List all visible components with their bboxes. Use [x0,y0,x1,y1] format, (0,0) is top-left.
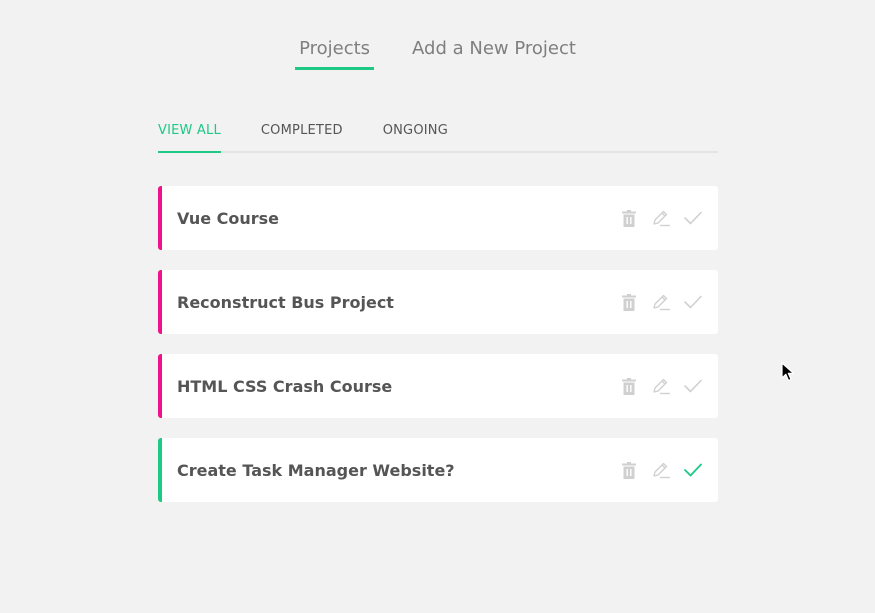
project-list: Vue Course Reconstruct Bus Project HTML … [158,186,718,522]
project-title: Vue Course [177,208,280,228]
mouse-cursor-icon [781,362,795,382]
filter-view-all[interactable]: VIEW ALL [158,123,221,153]
pencil-icon[interactable] [650,459,672,481]
project-actions [618,291,704,313]
filter-completed[interactable]: COMPLETED [261,123,343,151]
project-card[interactable]: Vue Course [158,186,718,250]
top-navigation: Projects Add a New Project [0,38,875,70]
project-actions [618,375,704,397]
project-title: HTML CSS Crash Course [177,376,393,396]
project-title: Create Task Manager Website? [177,460,455,480]
project-card[interactable]: Create Task Manager Website? [158,438,718,502]
project-actions [618,207,704,229]
trash-icon[interactable] [618,291,640,313]
pencil-icon[interactable] [650,207,672,229]
filter-ongoing[interactable]: ONGOING [383,123,448,151]
project-card[interactable]: HTML CSS Crash Course [158,354,718,418]
check-icon[interactable] [682,207,704,229]
project-card[interactable]: Reconstruct Bus Project [158,270,718,334]
check-icon[interactable] [682,375,704,397]
trash-icon[interactable] [618,207,640,229]
pencil-icon[interactable] [650,375,672,397]
nav-projects-link[interactable]: Projects [295,38,375,70]
nav-add-project-link[interactable]: Add a New Project [408,38,580,70]
pencil-icon[interactable] [650,291,672,313]
project-title: Reconstruct Bus Project [177,292,394,312]
check-icon[interactable] [682,291,704,313]
project-actions [618,459,704,481]
trash-icon[interactable] [618,459,640,481]
check-icon[interactable] [682,459,704,481]
trash-icon[interactable] [618,375,640,397]
filter-tabs: VIEW ALL COMPLETED ONGOING [158,123,718,153]
